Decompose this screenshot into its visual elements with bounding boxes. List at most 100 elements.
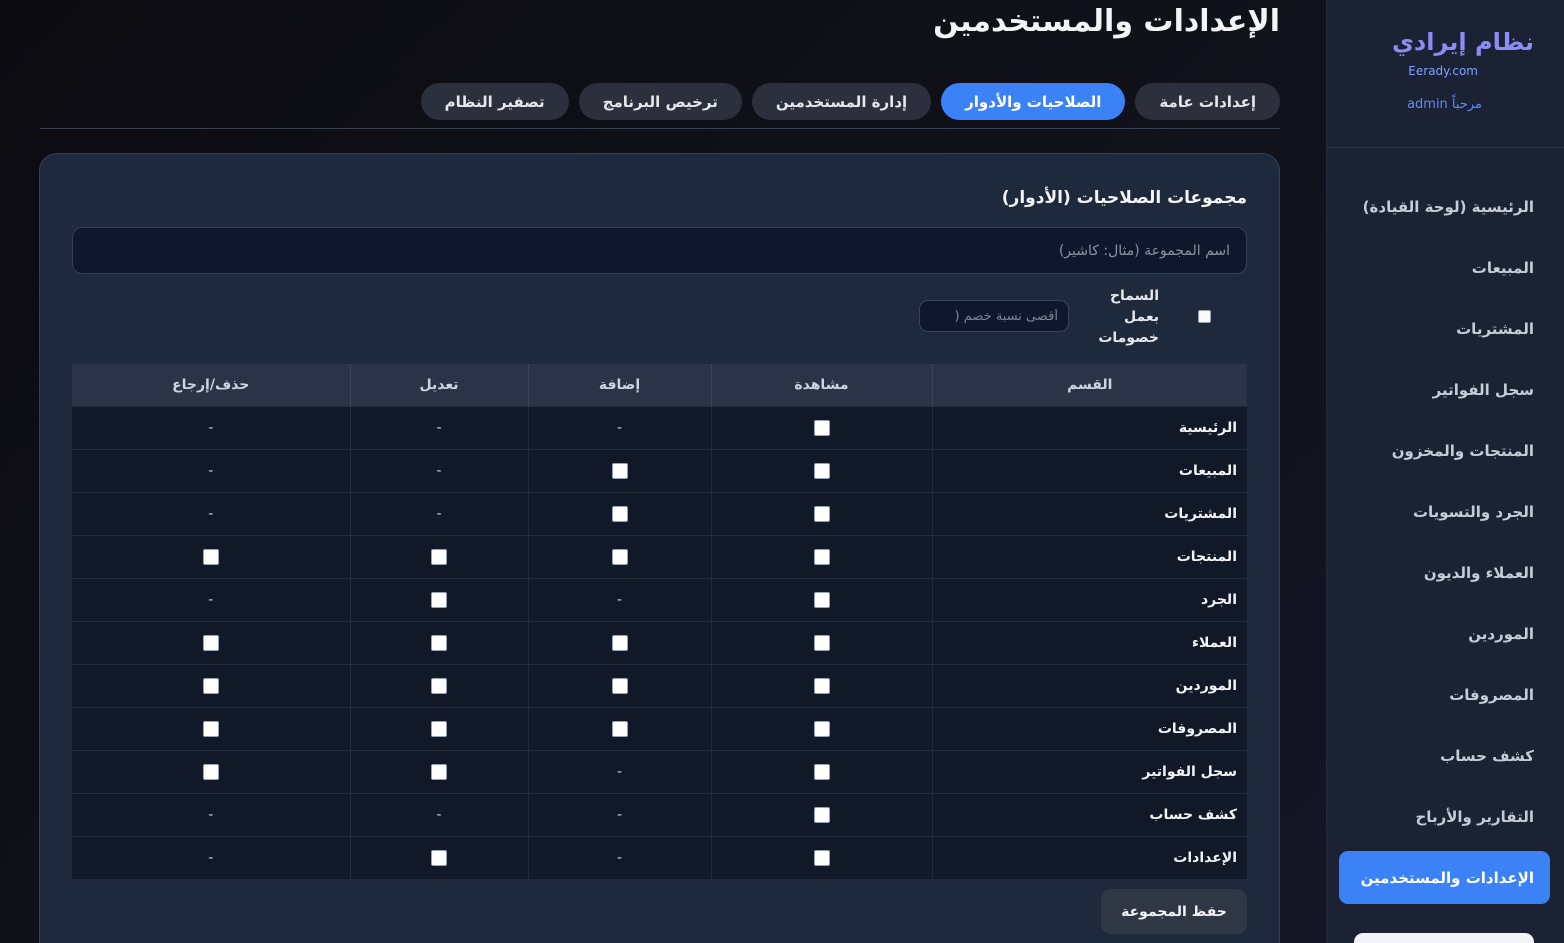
sidebar-item-customers[interactable]: العملاء والديون <box>1326 542 1564 603</box>
sidebar-bottom-button[interactable] <box>1354 933 1534 943</box>
card-title: مجموعات الصلاحيات (الأدوار) <box>1001 188 1247 208</box>
allow-discount-checkbox[interactable] <box>1198 310 1211 323</box>
view-permission-checkbox[interactable] <box>813 720 830 737</box>
tab-users[interactable]: إدارة المستخدمين <box>751 83 932 120</box>
not-applicable-dash: - <box>436 806 442 823</box>
permission-groups-card: مجموعات الصلاحيات (الأدوار) السماح بعمل … <box>39 153 1280 943</box>
not-applicable-dash: - <box>208 505 214 522</box>
view-permission-checkbox[interactable] <box>813 591 830 608</box>
delete-permission-checkbox[interactable] <box>202 634 219 651</box>
permission-cell-add: - <box>527 835 711 879</box>
edit-permission-checkbox[interactable] <box>431 677 447 694</box>
tab-permissions[interactable]: الصلاحيات والأدوار <box>941 83 1126 120</box>
section-name: كشف حساب <box>931 792 1247 836</box>
brand-name: نظام إيرادي <box>1391 28 1534 56</box>
permission-cell-view <box>710 835 932 879</box>
sidebar-item-products[interactable]: المنتجات والمخزون <box>1326 420 1564 481</box>
permission-cell-delete: - <box>72 577 350 621</box>
not-applicable-dash: - <box>436 419 442 436</box>
table-row: الموردين <box>72 663 1247 707</box>
add-permission-checkbox[interactable] <box>611 505 628 522</box>
tabs-divider <box>40 128 1280 129</box>
permission-cell-edit: - <box>349 448 528 492</box>
permission-cell-edit: - <box>349 792 528 836</box>
not-applicable-dash: - <box>208 462 214 479</box>
sidebar-item-inventory[interactable]: الجرد والتسويات <box>1326 481 1564 542</box>
edit-permission-checkbox[interactable] <box>431 634 447 651</box>
welcome-text: مرحباً admin <box>1407 97 1482 112</box>
permission-cell-delete: - <box>72 835 350 879</box>
col-header-add: إضافة <box>527 364 711 406</box>
edit-permission-checkbox[interactable] <box>431 763 447 780</box>
edit-permission-checkbox[interactable] <box>431 720 447 737</box>
delete-permission-checkbox[interactable] <box>202 720 219 737</box>
sidebar-item-purchases[interactable]: المشتريات <box>1326 298 1564 359</box>
page-title: الإعدادات والمستخدمين <box>933 4 1280 39</box>
view-permission-checkbox[interactable] <box>813 634 830 651</box>
view-permission-checkbox[interactable] <box>813 849 830 866</box>
permission-cell-add <box>527 620 711 664</box>
add-permission-checkbox[interactable] <box>611 462 628 479</box>
sidebar-item-dashboard[interactable]: الرئيسية (لوحة القيادة) <box>1326 176 1564 237</box>
add-permission-checkbox[interactable] <box>611 720 628 737</box>
permission-cell-view <box>710 534 932 578</box>
tab-general[interactable]: إعدادات عامة <box>1135 83 1280 120</box>
save-group-button[interactable]: حفظ المجموعة <box>1101 889 1247 934</box>
sidebar-item-reports[interactable]: التقارير والأرباح <box>1326 786 1564 847</box>
table-row: الإعدادات - - <box>72 835 1247 879</box>
table-row: سجل الفواتير - <box>72 749 1247 793</box>
permission-cell-edit <box>349 577 528 621</box>
sidebar-item-settings[interactable]: الإعدادات والمستخدمين <box>1339 851 1550 904</box>
sidebar-item-statement[interactable]: كشف حساب <box>1326 725 1564 786</box>
permission-cell-edit <box>349 706 528 750</box>
view-permission-checkbox[interactable] <box>813 806 830 823</box>
sidebar-item-invoices[interactable]: سجل الفواتير <box>1326 359 1564 420</box>
view-permission-checkbox[interactable] <box>813 677 830 694</box>
view-permission-checkbox[interactable] <box>813 419 830 436</box>
delete-permission-checkbox[interactable] <box>202 677 219 694</box>
table-row: المشتريات - - <box>72 491 1247 535</box>
add-permission-checkbox[interactable] <box>611 548 628 565</box>
section-name: المصروفات <box>931 706 1247 750</box>
not-applicable-dash: - <box>616 763 623 780</box>
permission-cell-delete <box>72 749 350 793</box>
sidebar-item-expenses[interactable]: المصروفات <box>1326 664 1564 725</box>
permission-cell-delete: - <box>72 792 350 836</box>
not-applicable-dash: - <box>436 505 442 522</box>
permission-cell-edit <box>349 749 528 793</box>
view-permission-checkbox[interactable] <box>813 548 830 565</box>
delete-permission-checkbox[interactable] <box>202 763 219 780</box>
permission-cell-add: - <box>527 405 711 449</box>
add-permission-checkbox[interactable] <box>611 677 628 694</box>
permission-cell-delete: - <box>72 491 350 535</box>
col-header-view: مشاهدة <box>710 364 932 406</box>
sidebar-item-suppliers[interactable]: الموردين <box>1326 603 1564 664</box>
section-name: الجرد <box>931 577 1247 621</box>
tab-license[interactable]: ترخيص البرنامج <box>578 83 742 120</box>
view-permission-checkbox[interactable] <box>813 763 830 780</box>
col-header-section: القسم <box>931 364 1247 406</box>
edit-permission-checkbox[interactable] <box>431 849 447 866</box>
permission-cell-add <box>527 448 711 492</box>
permission-cell-view <box>710 620 932 664</box>
permission-cell-add <box>527 534 711 578</box>
permission-cell-add: - <box>527 749 711 793</box>
edit-permission-checkbox[interactable] <box>431 591 447 608</box>
tab-reset[interactable]: تصفير النظام <box>420 83 569 120</box>
permission-cell-view <box>710 491 932 535</box>
permissions-table: القسم مشاهدة إضافة تعديل حذف/إرجاع الرئي… <box>72 364 1247 879</box>
delete-permission-checkbox[interactable] <box>202 548 219 565</box>
group-name-input[interactable] <box>72 227 1247 274</box>
permissions-body: الرئيسية - - - المبيعات - - المشتريات - - المنتجات… <box>72 405 1247 879</box>
sidebar-item-sales[interactable]: المبيعات <box>1326 237 1564 298</box>
max-discount-input[interactable] <box>919 300 1069 332</box>
add-permission-checkbox[interactable] <box>611 634 628 651</box>
permission-cell-edit: - <box>349 491 528 535</box>
permission-cell-delete: - <box>72 405 350 449</box>
view-permission-checkbox[interactable] <box>813 505 830 522</box>
not-applicable-dash: - <box>616 591 623 608</box>
edit-permission-checkbox[interactable] <box>431 548 447 565</box>
view-permission-checkbox[interactable] <box>813 462 830 479</box>
not-applicable-dash: - <box>208 591 214 608</box>
permission-cell-view <box>710 792 932 836</box>
